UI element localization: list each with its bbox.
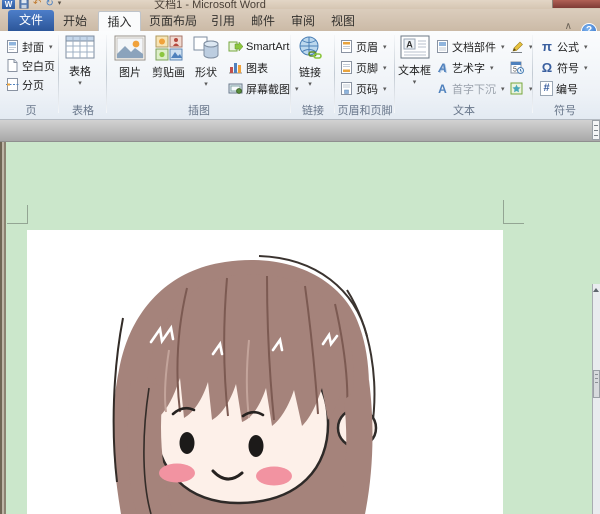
inserted-picture-cartoon-girl[interactable]	[27, 230, 503, 514]
text-box-icon: A	[400, 35, 430, 59]
window-frame-edge-dark	[4, 142, 6, 514]
object-icon	[510, 82, 524, 95]
symbol-omega-icon: Ω	[540, 61, 554, 74]
scrollbar-thumb[interactable]	[593, 370, 600, 398]
quick-parts-icon	[436, 40, 449, 53]
screenshot-icon	[228, 83, 243, 95]
chart-icon	[228, 61, 243, 74]
tab-file[interactable]: 文件	[8, 10, 54, 31]
group-pages: 封面 空白页 分页 页	[4, 31, 58, 119]
titlebar: W ↶ ↻ ▾ 文档1 - Microsoft Word	[0, 0, 600, 9]
group-symbols: π 公式 Ω 符号 # 编号 符号	[534, 31, 596, 119]
footer-icon	[340, 61, 353, 74]
wordart-button[interactable]: A 艺术字	[434, 59, 494, 76]
signature-pen-icon	[510, 40, 524, 53]
page-number-icon	[340, 82, 353, 95]
quick-parts-button[interactable]: 文档部件	[434, 38, 505, 55]
number-icon: #	[540, 81, 553, 96]
drop-cap-button[interactable]: A 首字下沉	[434, 80, 505, 97]
text-boundary-mark-right	[503, 200, 524, 224]
page-break-icon	[6, 78, 19, 91]
header-icon	[340, 40, 353, 53]
page-number-button[interactable]: 页码	[338, 80, 387, 97]
wordart-icon: A	[436, 61, 449, 75]
group-label-links: 链接	[292, 102, 334, 118]
picture-button[interactable]: 图片	[114, 35, 146, 80]
blank-page-icon	[6, 59, 19, 72]
group-label-pages: 页	[4, 102, 58, 118]
tab-view[interactable]: 视图	[326, 11, 360, 31]
cartoon-girl-illustration	[27, 230, 503, 514]
table-button[interactable]: 表格	[65, 35, 95, 87]
group-text: A 文本框 文档部件 A 艺术字 A 首字下沉	[396, 31, 532, 119]
footer-button[interactable]: 页脚	[338, 59, 387, 76]
group-illustrations: 图片 剪贴画 形状	[108, 31, 290, 119]
view-ruler-button[interactable]	[592, 120, 600, 140]
group-label-text: 文本	[396, 102, 532, 118]
signature-line-button[interactable]	[508, 38, 533, 55]
smartart-button[interactable]: SmartArt	[226, 38, 289, 55]
group-label-symbols: 符号	[534, 102, 596, 118]
screenshot-button[interactable]: 屏幕截图	[226, 80, 299, 97]
svg-text:5: 5	[513, 67, 517, 74]
ribbon-insert: 封面 空白页 分页 页	[0, 31, 600, 120]
equation-button[interactable]: π 公式	[538, 38, 588, 55]
group-label-tables: 表格	[60, 102, 106, 118]
scroll-up-icon[interactable]	[593, 288, 599, 292]
symbol-button[interactable]: Ω 符号	[538, 59, 588, 76]
document-top-margin-strip	[0, 120, 600, 142]
ribbon-tab-bar: 文件 开始 插入 页面布局 引用 邮件 审阅 视图 ∧ ?	[0, 9, 600, 31]
clipart-icon	[155, 35, 183, 61]
shapes-button[interactable]: 形状	[192, 35, 220, 88]
tab-review[interactable]: 审阅	[286, 11, 320, 31]
vertical-scrollbar[interactable]	[592, 284, 600, 514]
word-window: W ↶ ↻ ▾ 文档1 - Microsoft Word 文件 开始 插入 页面…	[0, 0, 600, 514]
clipart-button[interactable]: 剪贴画	[152, 35, 185, 80]
link-button[interactable]: 链接	[297, 35, 323, 88]
group-header-footer: 页眉 页脚 页码 页眉和页脚	[336, 31, 394, 119]
cover-page-icon	[6, 40, 19, 53]
group-label-illustrations: 插图	[108, 102, 290, 118]
hyperlink-globe-icon	[297, 35, 323, 61]
tab-page-layout[interactable]: 页面布局	[146, 11, 200, 31]
window-title: 文档1 - Microsoft Word	[0, 0, 420, 9]
text-box-button[interactable]: A 文本框	[398, 35, 431, 86]
group-label-header-footer: 页眉和页脚	[336, 102, 394, 118]
date-time-icon: 5	[510, 61, 524, 74]
smartart-icon	[228, 40, 243, 53]
group-tables: 表格 表格	[60, 31, 106, 119]
object-button[interactable]	[508, 80, 533, 97]
group-links: 链接 链接	[292, 31, 334, 119]
tab-mailings[interactable]: 邮件	[246, 11, 280, 31]
chart-button[interactable]: 图表	[226, 59, 268, 76]
close-button[interactable]	[552, 0, 600, 8]
tab-references[interactable]: 引用	[206, 11, 240, 31]
tab-insert[interactable]: 插入	[98, 11, 141, 31]
tab-home[interactable]: 开始	[58, 11, 92, 31]
page-break-button[interactable]: 分页	[4, 76, 44, 93]
equation-pi-icon: π	[540, 40, 554, 53]
document-page[interactable]	[0, 142, 600, 514]
shapes-icon	[192, 35, 220, 61]
text-boundary-mark-left	[7, 205, 28, 224]
table-icon	[65, 35, 95, 60]
header-button[interactable]: 页眉	[338, 38, 387, 55]
blank-page-button[interactable]: 空白页	[4, 57, 55, 74]
number-button[interactable]: # 编号	[538, 80, 578, 97]
drop-cap-icon: A	[436, 82, 449, 96]
svg-text:A: A	[406, 40, 413, 50]
cover-page-button[interactable]: 封面	[4, 38, 53, 55]
picture-icon	[114, 35, 146, 61]
date-time-button[interactable]: 5	[508, 59, 524, 76]
